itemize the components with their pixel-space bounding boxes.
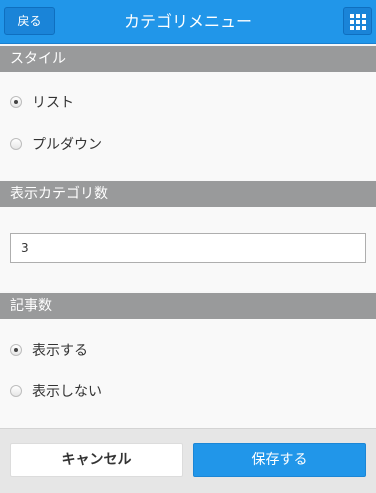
radio-label: 表示しない bbox=[32, 384, 102, 400]
style-options bbox=[0, 72, 376, 180]
radio-label: 表示する bbox=[32, 343, 88, 359]
save-button[interactable]: 保存する bbox=[193, 443, 366, 477]
radio-button[interactable] bbox=[10, 96, 22, 108]
radio-option-hide[interactable]: 表示しない bbox=[10, 381, 102, 401]
category-count-input[interactable]: 3 bbox=[10, 233, 366, 263]
page-title: カテゴリメニュー bbox=[123, 12, 252, 31]
radio-button[interactable] bbox=[10, 385, 22, 397]
back-button[interactable]: 戻る bbox=[4, 7, 55, 35]
radio-label: プルダウン bbox=[32, 137, 102, 153]
radio-option-list[interactable]: リスト bbox=[10, 92, 74, 112]
radio-option-pulldown[interactable]: プルダウン bbox=[10, 134, 102, 154]
app-header: カテゴリメニュー 戻る bbox=[0, 0, 376, 44]
menu-button[interactable] bbox=[343, 7, 372, 35]
section-header-style: スタイル bbox=[0, 46, 376, 72]
cancel-button[interactable]: キャンセル bbox=[10, 443, 183, 477]
radio-option-show[interactable]: 表示する bbox=[10, 340, 88, 360]
radio-label: リスト bbox=[32, 95, 74, 111]
articles-options bbox=[0, 319, 376, 428]
section-header-articles: 記事数 bbox=[0, 293, 376, 319]
radio-button[interactable] bbox=[10, 138, 22, 150]
grid-icon bbox=[350, 14, 366, 30]
section-header-category-count: 表示カテゴリ数 bbox=[0, 181, 376, 207]
radio-button[interactable] bbox=[10, 344, 22, 356]
